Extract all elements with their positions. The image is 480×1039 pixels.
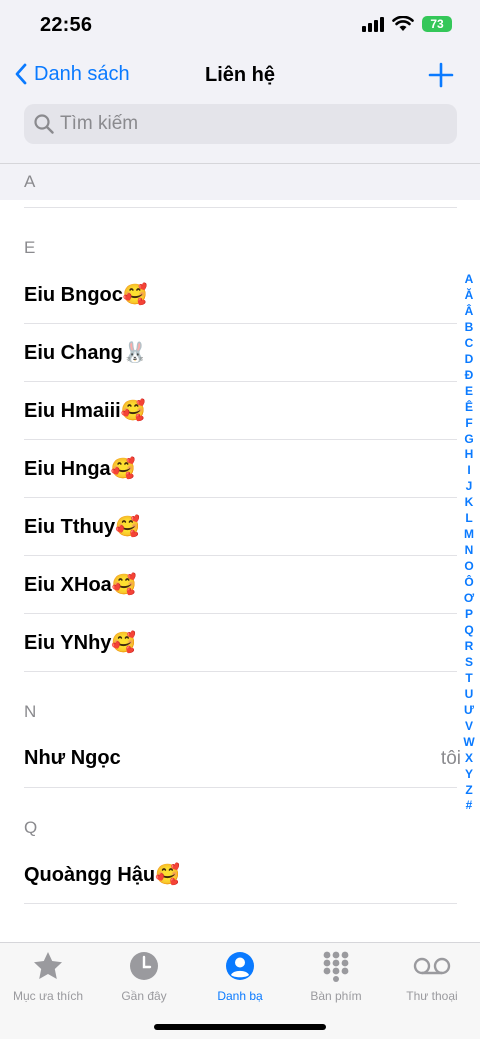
index-letter[interactable]: K: [465, 495, 474, 511]
wifi-icon: [392, 16, 414, 31]
search-bar[interactable]: [24, 104, 457, 144]
index-letter[interactable]: P: [465, 607, 473, 623]
contact-name: Eiu Chang🐰: [24, 342, 148, 364]
tab-voicemail[interactable]: Thư thoại: [384, 943, 480, 1039]
contact-row[interactable]: Eiu YNhy🥰: [24, 614, 457, 672]
index-letter[interactable]: E: [465, 384, 473, 400]
home-indicator[interactable]: [154, 1024, 326, 1030]
person-circle-icon: [226, 952, 254, 980]
index-letter[interactable]: D: [465, 352, 474, 368]
tab-label: Gần đây: [121, 989, 167, 1003]
status-time: 22:56: [40, 14, 93, 36]
tab-label: Bàn phím: [310, 989, 362, 1003]
contact-name: Quoàngg Hậu🥰: [24, 864, 181, 886]
index-letter[interactable]: O: [464, 559, 473, 575]
index-letter[interactable]: L: [465, 511, 472, 527]
contact-row[interactable]: Eiu Chang🐰: [24, 324, 457, 382]
battery-indicator: 73: [422, 16, 452, 32]
alphabet-index[interactable]: A Ă Â B C D Đ E Ê F G H I J K L M N O Ô …: [462, 272, 476, 814]
index-letter[interactable]: B: [465, 320, 474, 336]
index-letter[interactable]: Ê: [465, 400, 473, 416]
contact-row[interactable]: Eiu Tthuy🥰: [24, 498, 457, 556]
index-letter[interactable]: I: [467, 463, 470, 479]
contact-row[interactable]: Eiu Hnga🥰: [24, 440, 457, 498]
contact-name: Eiu Bngoc🥰: [24, 284, 148, 306]
index-letter[interactable]: Ơ: [464, 591, 474, 607]
star-icon: [34, 952, 62, 979]
index-letter[interactable]: H: [465, 447, 474, 463]
index-letter[interactable]: U: [465, 687, 474, 703]
tab-label: Danh bạ: [217, 989, 263, 1003]
section-header-q: Q: [0, 788, 480, 846]
section-header-a: A: [0, 164, 480, 200]
index-letter[interactable]: F: [465, 416, 472, 432]
index-letter[interactable]: Â: [465, 304, 474, 320]
index-letter[interactable]: S: [465, 655, 473, 671]
tab-favorites[interactable]: Mục ưa thích: [0, 943, 96, 1039]
index-letter[interactable]: A: [465, 272, 474, 288]
back-button-label: Danh sách: [34, 62, 130, 85]
back-button[interactable]: Danh sách: [14, 62, 130, 86]
index-letter[interactable]: V: [465, 719, 473, 735]
voicemail-icon: [413, 957, 451, 975]
section-header-e: E: [0, 208, 480, 266]
index-letter[interactable]: N: [465, 543, 474, 559]
tab-label: Thư thoại: [406, 989, 458, 1003]
contact-row[interactable]: Eiu XHoa🥰: [24, 556, 457, 614]
navigation-bar: Danh sách Liên hệ: [0, 52, 480, 164]
contact-name: Eiu Hnga🥰: [24, 458, 136, 480]
contact-name: Như Ngọc: [24, 747, 121, 769]
contact-row[interactable]: Eiu Bngoc🥰: [24, 266, 457, 324]
contact-name: Eiu Tthuy🥰: [24, 516, 141, 538]
index-letter[interactable]: Z: [465, 783, 472, 799]
add-contact-button[interactable]: [426, 60, 456, 90]
list-spacer: [24, 200, 457, 208]
index-letter[interactable]: C: [465, 336, 474, 352]
contact-name: Eiu YNhy🥰: [24, 632, 137, 654]
index-letter[interactable]: M: [464, 527, 474, 543]
index-letter[interactable]: Ư: [464, 703, 474, 719]
index-letter[interactable]: Y: [465, 767, 473, 783]
contact-name: Eiu XHoa🥰: [24, 574, 137, 596]
cellular-signal-icon: [362, 16, 384, 32]
index-letter[interactable]: Ô: [464, 575, 473, 591]
index-letter[interactable]: G: [464, 432, 473, 448]
contacts-list[interactable]: A E Eiu Bngoc🥰 Eiu Chang🐰 Eiu Hmaiii🥰 Ei…: [0, 164, 480, 942]
search-icon: [34, 114, 54, 134]
index-letter[interactable]: R: [465, 639, 474, 655]
index-letter[interactable]: X: [465, 751, 473, 767]
index-letter[interactable]: W: [463, 735, 474, 751]
me-badge: tôi: [440, 747, 461, 769]
index-letter[interactable]: Đ: [465, 368, 474, 384]
search-input[interactable]: [60, 113, 420, 135]
tab-label: Mục ưa thích: [12, 989, 84, 1003]
index-letter[interactable]: T: [465, 671, 472, 687]
chevron-left-icon: [15, 63, 27, 85]
index-letter[interactable]: Ă: [465, 288, 474, 304]
keypad-icon: [323, 951, 349, 982]
status-icons: 73: [362, 16, 452, 32]
section-header-n: N: [0, 672, 480, 730]
clock-icon: [130, 952, 158, 980]
index-letter[interactable]: Q: [464, 623, 473, 639]
index-letter[interactable]: #: [466, 798, 473, 814]
status-bar: 22:56 73: [0, 0, 480, 52]
index-letter[interactable]: J: [466, 479, 473, 495]
contact-row[interactable]: Eiu Hmaiii🥰: [24, 382, 457, 440]
contact-row[interactable]: Quoàngg Hậu🥰: [24, 846, 457, 904]
contact-row-me[interactable]: Như Ngọc tôi: [24, 730, 461, 788]
contact-name: Eiu Hmaiii🥰: [24, 400, 146, 422]
